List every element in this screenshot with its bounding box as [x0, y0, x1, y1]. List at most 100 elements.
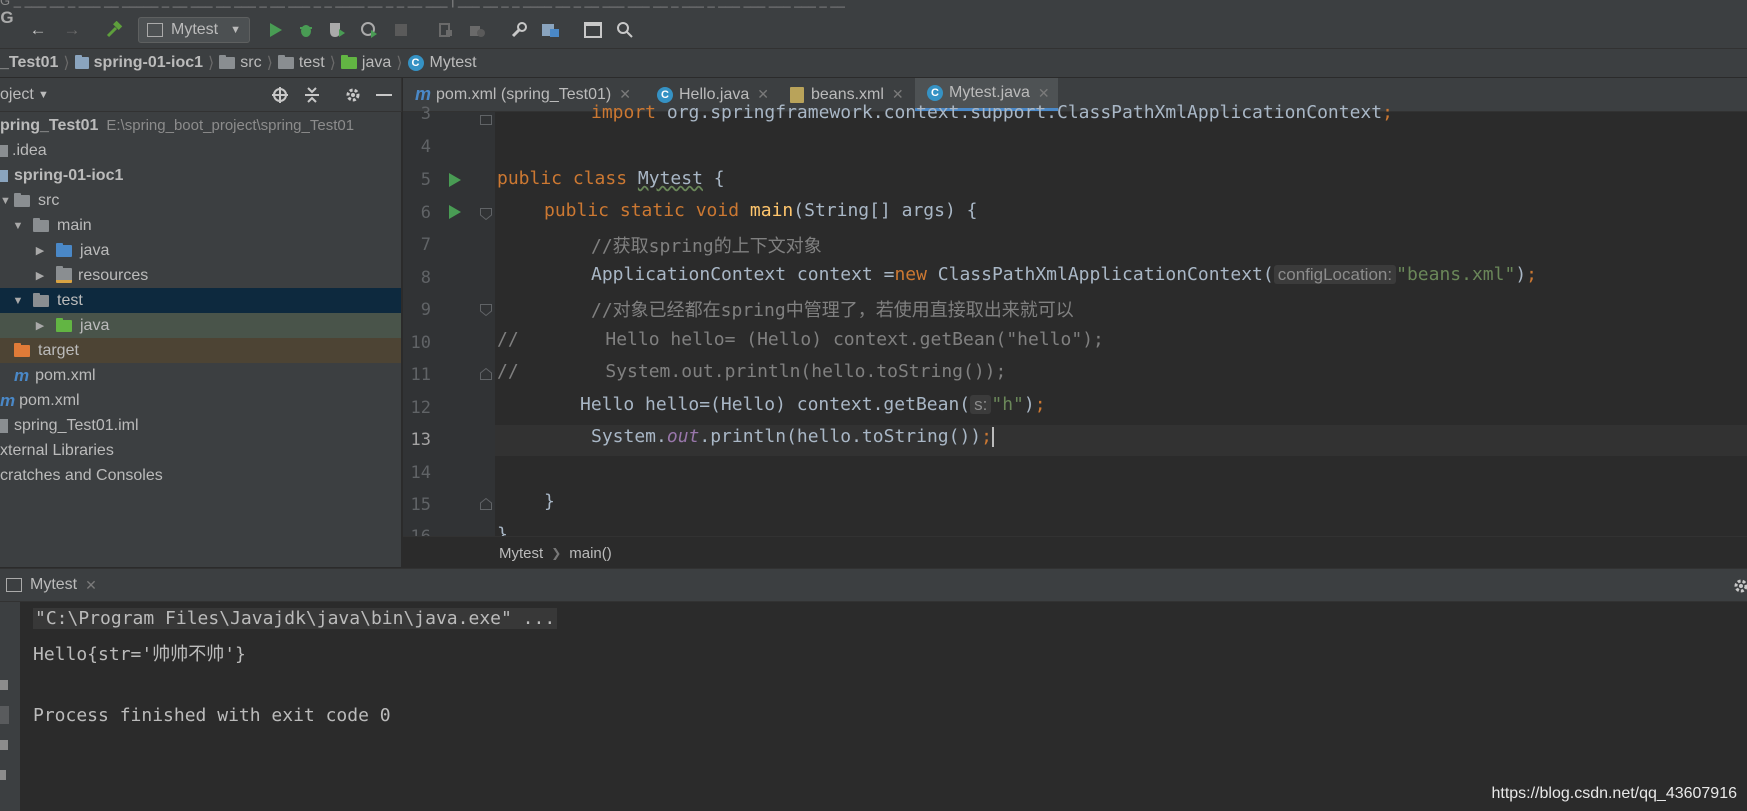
editor-breadcrumb: Mytest ❯ main(): [403, 536, 1747, 569]
expand-arrow-icon[interactable]: ▼: [12, 295, 24, 307]
close-icon[interactable]: ✕: [1038, 85, 1050, 102]
run-gutter-icon[interactable]: [448, 204, 462, 224]
run-tab-label: Mytest: [30, 576, 78, 593]
main-toolbar: [0, 12, 1747, 49]
tab-label: beans.xml: [811, 85, 884, 103]
forward-arrow-icon[interactable]: →: [60, 18, 84, 42]
tree-item-test[interactable]: ▼ test: [0, 288, 401, 313]
line-number: 4: [420, 137, 431, 157]
code-line-15: }: [544, 491, 555, 512]
code-line-3: import org.springframework.context.suppo…: [591, 102, 1393, 122]
run-side-toolbar: [0, 602, 20, 811]
editor-breadcrumb-class[interactable]: Mytest: [499, 545, 543, 562]
line-number: 15: [410, 495, 431, 515]
tree-item-root[interactable]: pring_Test01 E:\spring_boot_project\spri…: [0, 113, 401, 138]
scroll-icon[interactable]: [0, 680, 8, 690]
close-icon[interactable]: ✕: [892, 86, 904, 103]
breadcrumb-item-src[interactable]: src ⟩: [219, 53, 273, 73]
editor-breadcrumb-method[interactable]: main(): [569, 545, 612, 562]
expand-arrow-icon[interactable]: ▼: [0, 195, 11, 207]
collapse-arrow-icon[interactable]: ▶: [34, 244, 46, 257]
breadcrumb-label: _Test01: [0, 54, 59, 71]
tree-item-label: src: [38, 191, 60, 209]
run-config-icon: [6, 578, 22, 592]
terminal-icon[interactable]: [582, 18, 604, 42]
chevron-right-icon: ⟩: [396, 55, 403, 72]
breadcrumb-item-test[interactable]: test ⟩: [277, 53, 336, 73]
tree-item-pom[interactable]: m pom.xml: [0, 388, 401, 413]
chevron-right-icon: ⟩: [266, 55, 273, 72]
run-config-icon: [147, 23, 163, 37]
profile-icon[interactable]: [358, 18, 380, 42]
console-line-exit: Process finished with exit code 0: [33, 705, 391, 726]
code-line-13: System.out.println(hello.toString());: [591, 426, 994, 447]
structure-icon[interactable]: [540, 18, 562, 42]
run-panel-header: Mytest ✕: [0, 568, 1747, 602]
fold-icon[interactable]: [480, 367, 492, 384]
code-line-7: //获取spring的上下文对象: [591, 236, 822, 257]
fold-icon[interactable]: [480, 112, 492, 129]
breadcrumb-label: java: [361, 54, 392, 71]
run-tab-mytest[interactable]: Mytest ✕: [6, 576, 97, 594]
tab-label: Mytest.java: [949, 84, 1030, 101]
tree-item-label: spring_Test01.iml: [14, 416, 139, 434]
expand-arrow-icon[interactable]: ▼: [12, 220, 24, 232]
close-icon[interactable]: ✕: [619, 86, 631, 103]
fold-icon[interactable]: [480, 497, 492, 514]
hammer-icon[interactable]: [102, 18, 126, 42]
close-icon[interactable]: ✕: [85, 577, 97, 594]
run-gutter-icon[interactable]: [448, 172, 462, 192]
tree-item-module[interactable]: spring-01-ioc1: [0, 163, 401, 188]
locate-icon[interactable]: [271, 86, 289, 108]
code-line-16: }: [497, 524, 508, 536]
project-view-selector[interactable]: oject: [0, 86, 34, 104]
tree-item-iml[interactable]: spring_Test01.iml: [0, 413, 401, 438]
run-configuration-select[interactable]: Mytest ▼: [138, 17, 250, 43]
minimize-icon[interactable]: [376, 94, 392, 96]
tree-item-idea[interactable]: .idea: [0, 138, 401, 163]
folder-orange-icon: [14, 342, 30, 357]
tree-item-main[interactable]: ▼ main: [0, 213, 401, 238]
gear-icon[interactable]: [1732, 577, 1747, 599]
breadcrumb-item-project[interactable]: _Test01 ⟩: [0, 53, 70, 73]
debug-icon[interactable]: [296, 18, 316, 42]
coverage-icon[interactable]: [326, 18, 348, 42]
search-icon[interactable]: [614, 18, 636, 42]
collapse-all-icon[interactable]: [304, 86, 320, 108]
gear-icon[interactable]: [344, 86, 362, 108]
breadcrumb-item-class[interactable]: C Mytest: [407, 54, 477, 72]
tree-item-scratches[interactable]: cratches and Consoles: [0, 463, 401, 488]
tree-item-test-java[interactable]: ▶ java: [0, 313, 401, 338]
wrench-icon[interactable]: [508, 18, 530, 42]
line-number: 12: [410, 398, 431, 418]
code-line-8: ApplicationContext context =new ClassPat…: [591, 264, 1538, 285]
line-number: 9: [420, 300, 431, 320]
print-icon[interactable]: [0, 770, 6, 780]
collapse-arrow-icon[interactable]: ▶: [34, 319, 46, 332]
pin-icon[interactable]: [0, 740, 8, 750]
back-arrow-icon[interactable]: ←: [26, 18, 50, 42]
tree-item-label: xternal Libraries: [0, 441, 114, 459]
run-icon[interactable]: [266, 18, 286, 42]
tree-item-src[interactable]: ▼ src: [0, 188, 401, 213]
tree-item-main-java[interactable]: ▶ java: [0, 238, 401, 263]
collapse-arrow-icon[interactable]: ▶: [34, 269, 46, 282]
tree-item-resources[interactable]: ▶ resources: [0, 263, 401, 288]
tree-item-module-pom[interactable]: m pom.xml: [0, 363, 401, 388]
stop-icon[interactable]: [392, 18, 410, 42]
line-number: 5: [420, 170, 431, 190]
chevron-down-icon[interactable]: ▼: [38, 89, 49, 101]
fold-icon[interactable]: [480, 207, 492, 224]
soft-wrap-icon[interactable]: [0, 706, 9, 724]
breadcrumb-item-module[interactable]: spring-01-ioc1 ⟩: [74, 53, 214, 73]
tree-item-target[interactable]: target: [0, 338, 401, 363]
fold-icon[interactable]: [480, 303, 492, 320]
build-icon[interactable]: [436, 18, 456, 42]
project-icon[interactable]: G: [0, 6, 14, 30]
attach-icon[interactable]: [466, 18, 488, 42]
close-icon[interactable]: ✕: [757, 86, 769, 103]
tree-item-external-libraries[interactable]: xternal Libraries: [0, 438, 401, 463]
breadcrumb-item-java[interactable]: java ⟩: [340, 53, 403, 73]
line-number: 16: [403, 527, 431, 536]
line-number: 10: [410, 333, 431, 353]
